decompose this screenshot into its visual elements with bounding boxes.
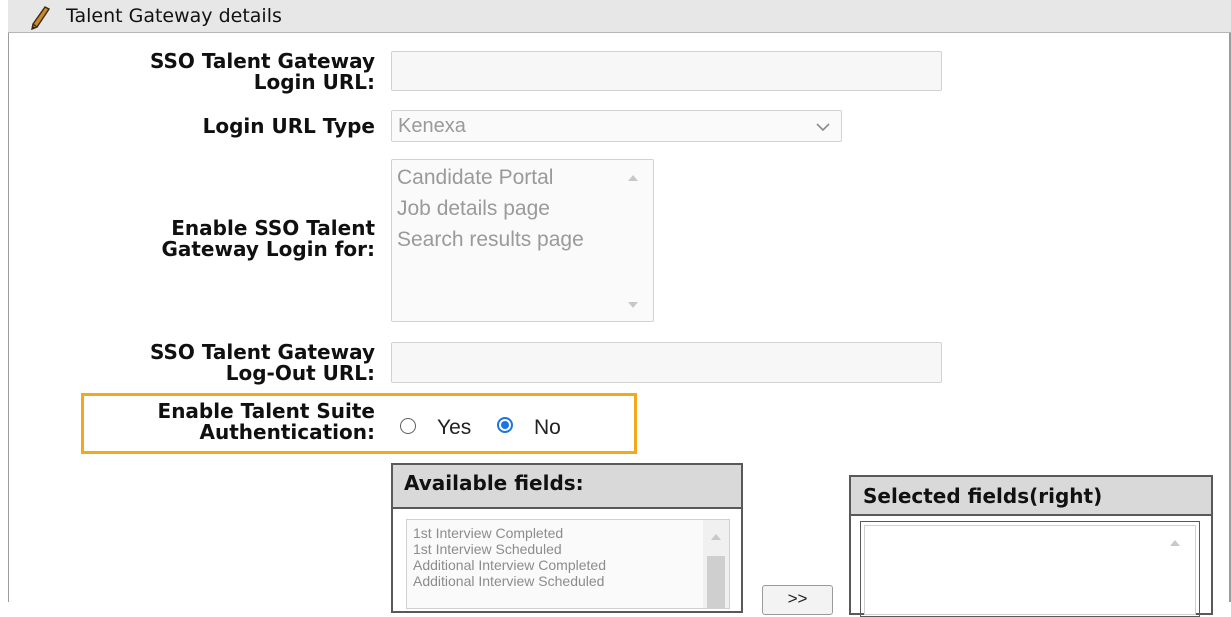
scroll-down-arrow-icon[interactable] <box>628 302 638 308</box>
section-header: Talent Gateway details <box>8 0 1231 33</box>
listbox-option-search-results[interactable]: Search results page <box>397 224 584 255</box>
selected-fields-title: Selected fields(right) <box>851 477 1211 516</box>
auth-no-radio[interactable] <box>497 417 513 433</box>
available-fields-scrollbar[interactable] <box>703 520 729 608</box>
auth-yes-label[interactable]: Yes <box>437 416 471 440</box>
scroll-up-arrow-icon[interactable] <box>1170 540 1180 546</box>
login-url-type-select[interactable]: Kenexa <box>391 110 842 142</box>
auth-no-label[interactable]: No <box>534 416 561 440</box>
selected-fields-list-frame <box>860 521 1200 617</box>
listbox-option-candidate-portal[interactable]: Candidate Portal <box>397 162 584 193</box>
available-field-item[interactable]: 1st Interview Completed <box>413 525 606 541</box>
talent-suite-auth-label: Enable Talent Suite Authentication: <box>157 399 375 444</box>
listbox-option-job-details[interactable]: Job details page <box>397 193 584 224</box>
frame-left-border <box>8 0 9 602</box>
available-field-item[interactable]: 1st Interview Scheduled <box>413 541 606 557</box>
login-url-type-label: Login URL Type <box>202 114 375 138</box>
chevron-down-icon <box>816 123 830 132</box>
add-field-button[interactable]: >> <box>762 585 833 615</box>
scrollbar-thumb[interactable] <box>707 556 725 608</box>
scroll-up-arrow-icon[interactable] <box>628 175 638 181</box>
enable-sso-for-label: Enable SSO Talent Gateway Login for: <box>161 216 375 261</box>
available-fields-title: Available fields: <box>393 465 741 509</box>
available-fields-list[interactable]: 1st Interview Completed 1st Interview Sc… <box>406 519 730 609</box>
sso-login-url-label: SSO Talent Gateway Login URL: <box>149 49 375 94</box>
selected-fields-panel: Selected fields(right) <box>849 475 1213 617</box>
scroll-up-arrow-icon[interactable] <box>711 534 721 540</box>
pencil-icon <box>31 6 51 30</box>
auth-yes-radio[interactable] <box>400 418 416 434</box>
sso-logout-url-input[interactable] <box>391 342 942 383</box>
available-field-item[interactable]: Additional Interview Completed <box>413 557 606 573</box>
login-url-type-value: Kenexa <box>398 115 466 137</box>
available-fields-panel: Available fields: 1st Interview Complete… <box>391 463 743 613</box>
enable-sso-for-listbox[interactable]: Candidate Portal Job details page Search… <box>391 159 654 322</box>
sso-logout-url-label: SSO Talent Gateway Log-Out URL: <box>149 340 375 385</box>
section-title: Talent Gateway details <box>66 5 282 27</box>
sso-login-url-input[interactable] <box>391 51 942 91</box>
available-field-item[interactable]: Additional Interview Scheduled <box>413 573 606 589</box>
